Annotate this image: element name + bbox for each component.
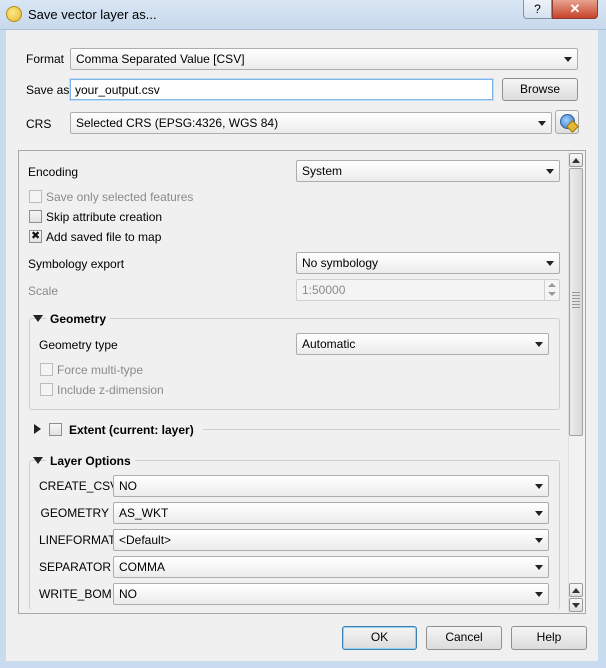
encoding-select-value: System <box>302 164 343 178</box>
title-help-button[interactable]: ? <box>523 0 552 19</box>
option-value: NO <box>119 587 137 601</box>
chevron-down-icon <box>542 161 559 181</box>
skip-attribute-label: Skip attribute creation <box>46 210 163 224</box>
scroll-down-button[interactable] <box>569 598 583 612</box>
crs-label: CRS <box>26 117 52 131</box>
option-select-lineformat[interactable]: <Default> <box>113 529 549 551</box>
crs-select[interactable]: Selected CRS (EPSG:4326, WGS 84) <box>70 112 552 134</box>
window-frame-right <box>598 30 606 668</box>
geometry-type-value: Automatic <box>302 337 356 351</box>
format-select[interactable]: Comma Separated Value [CSV] <box>70 48 578 70</box>
crs-selector-button[interactable] <box>555 110 579 134</box>
option-value: <Default> <box>119 533 172 547</box>
grip-icon <box>572 292 580 308</box>
save-as-label: Save as <box>26 83 70 97</box>
scroll-step-up-button[interactable] <box>569 583 583 597</box>
chevron-down-icon <box>531 530 548 550</box>
option-select-write-bom[interactable]: NO <box>113 583 549 605</box>
force-multi-checkbox[interactable] <box>40 363 53 376</box>
help-button[interactable]: Help <box>511 626 587 650</box>
scale-label: Scale <box>28 284 59 298</box>
chevron-down-icon <box>548 292 556 296</box>
save-as-input[interactable]: your_output.csv <box>70 79 493 100</box>
save-selected-checkbox[interactable] <box>29 190 42 203</box>
geometry-group-title[interactable]: Geometry <box>46 312 111 326</box>
window-frame-bottom <box>0 661 606 668</box>
extent-group-title[interactable]: Extent (current: layer) <box>65 423 198 437</box>
scale-spinner[interactable] <box>544 280 559 300</box>
layer-options-title[interactable]: Layer Options <box>46 454 135 468</box>
add-to-map-checkbox[interactable] <box>29 229 42 243</box>
symbology-select-value: No symbology <box>302 256 379 270</box>
expand-triangle-icon[interactable] <box>34 424 41 434</box>
collapse-triangle-icon[interactable] <box>33 457 43 464</box>
include-z-label: Include z-dimension <box>57 383 164 397</box>
save-as-input-value: your_output.csv <box>75 83 160 97</box>
window-title: Save vector layer as... <box>28 7 157 22</box>
include-z-checkbox[interactable] <box>40 383 53 396</box>
option-name: CREATE_CSVT <box>39 479 126 493</box>
option-value: COMMA <box>119 560 165 574</box>
scroll-up-button[interactable] <box>569 153 583 167</box>
geometry-type-select[interactable]: Automatic <box>296 333 549 355</box>
cancel-button[interactable]: Cancel <box>426 626 502 650</box>
encoding-select[interactable]: System <box>296 160 560 182</box>
add-to-map-label: Add saved file to map <box>46 230 162 244</box>
chevron-down-icon <box>531 503 548 523</box>
chevron-down-icon <box>531 584 548 604</box>
collapse-triangle-icon[interactable] <box>33 315 43 322</box>
extent-checkbox[interactable] <box>49 423 62 436</box>
scale-field[interactable]: 1:50000 <box>296 279 560 301</box>
chevron-down-icon <box>560 49 577 69</box>
option-name: GEOMETRY <box>40 506 109 520</box>
chevron-down-icon <box>542 253 559 273</box>
skip-attribute-checkbox[interactable] <box>29 210 42 223</box>
format-label: Format <box>26 52 65 66</box>
chevron-down-icon <box>531 334 548 354</box>
encoding-label: Encoding <box>28 165 79 179</box>
scale-field-value: 1:50000 <box>302 283 346 297</box>
chevron-down-icon <box>534 113 551 133</box>
option-name: SEPARATOR <box>39 560 112 574</box>
save-selected-label: Save only selected features <box>46 190 194 204</box>
chevron-down-icon <box>531 557 548 577</box>
ok-button[interactable]: OK <box>342 626 417 650</box>
qgis-app-icon <box>6 6 22 22</box>
symbology-label: Symbology export <box>28 257 125 271</box>
option-name: WRITE_BOM <box>39 587 112 601</box>
crs-select-value: Selected CRS (EPSG:4326, WGS 84) <box>76 116 279 130</box>
option-select-create-csvt[interactable]: NO <box>113 475 549 497</box>
option-value: NO <box>119 479 137 493</box>
force-multi-label: Force multi-type <box>57 363 144 377</box>
extent-divider <box>203 429 560 430</box>
option-name: LINEFORMAT <box>39 533 116 547</box>
chevron-up-icon <box>548 283 556 287</box>
option-select-separator[interactable]: COMMA <box>113 556 549 578</box>
browse-button[interactable]: Browse <box>502 78 578 101</box>
close-window-button[interactable]: ✕ <box>552 0 598 19</box>
option-select-geometry[interactable]: AS_WKT <box>113 502 549 524</box>
chevron-down-icon <box>531 476 548 496</box>
format-select-value: Comma Separated Value [CSV] <box>76 52 245 66</box>
geometry-type-label: Geometry type <box>39 338 118 352</box>
symbology-select[interactable]: No symbology <box>296 252 560 274</box>
option-value: AS_WKT <box>119 506 169 520</box>
